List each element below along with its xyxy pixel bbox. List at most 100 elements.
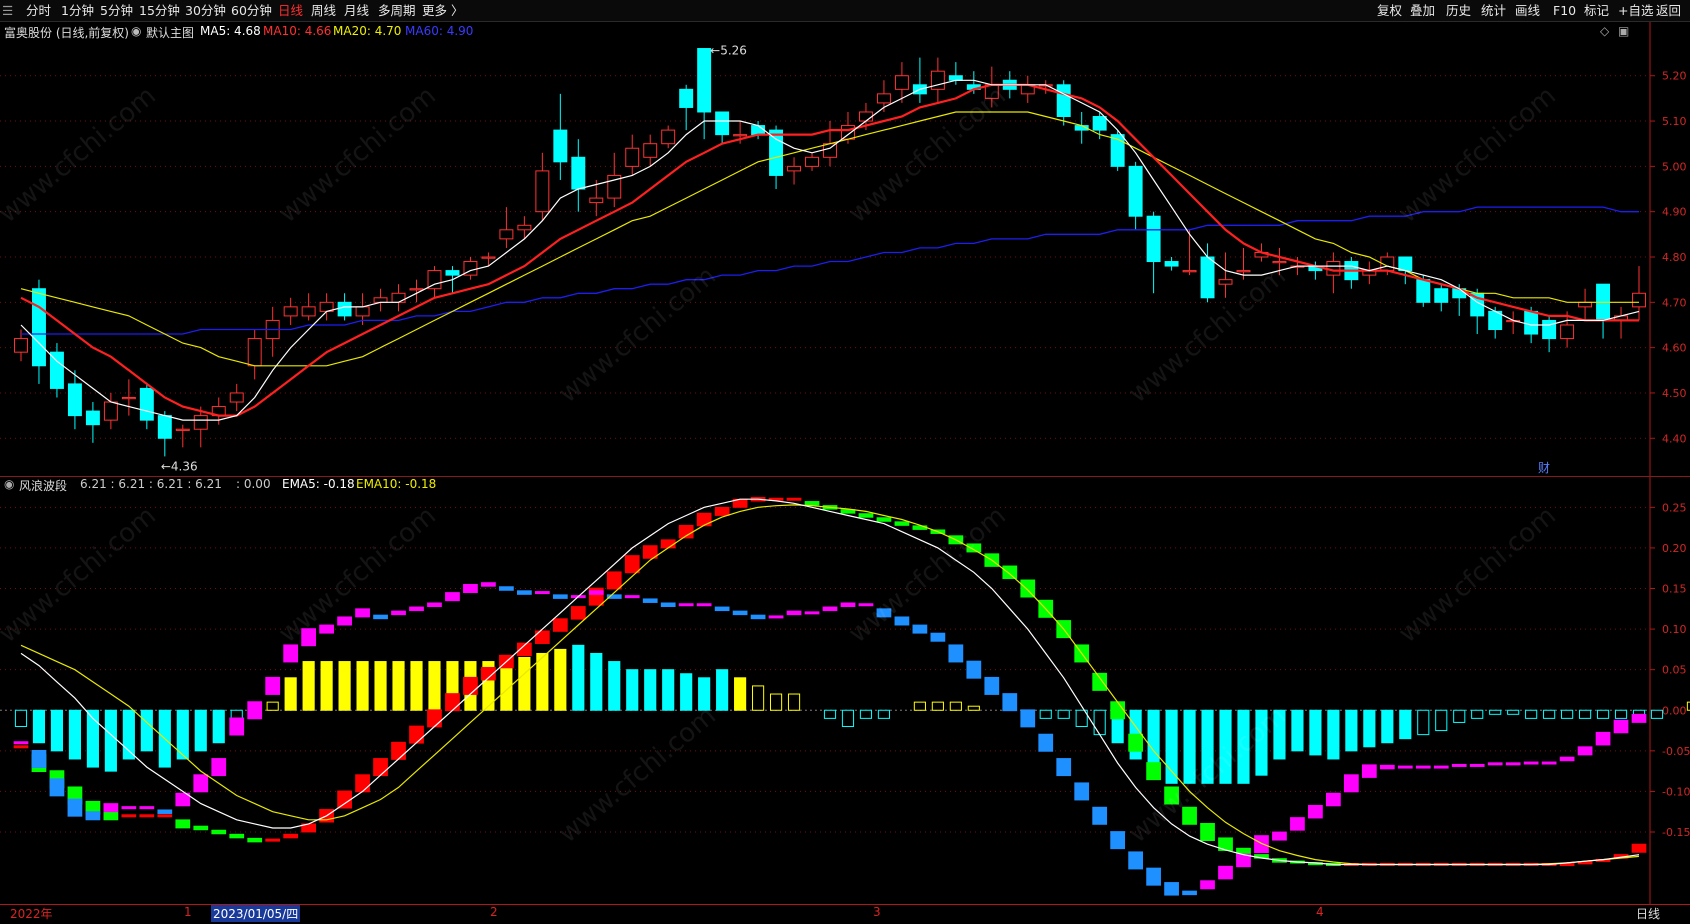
indicator-tick-label: 0.20 — [1662, 542, 1687, 555]
wave-right-block — [1595, 731, 1611, 746]
histogram-bar — [590, 652, 603, 711]
candlestick-chart[interactable]: 5.20 5.10 5.00 4.90 4.80 4.70 4.60 4.50 4.40 ←5.2… — [0, 22, 1690, 476]
wave-right-block — [840, 602, 856, 607]
tab-30min[interactable]: 30分钟 — [185, 3, 226, 19]
candle-body — [1632, 292, 1646, 308]
wave-right-block — [948, 644, 964, 663]
histogram-bar — [1417, 709, 1430, 736]
histogram-bar — [1291, 709, 1304, 752]
stats-button[interactable]: 统计 — [1481, 3, 1506, 19]
back-button[interactable]: 返回 — [1656, 3, 1681, 19]
finance-marker[interactable]: 财 — [1538, 459, 1550, 476]
candle-body — [769, 129, 784, 176]
wave-right-block — [912, 624, 928, 634]
candle-body — [571, 156, 586, 190]
price-tick-label: 4.50 — [1662, 387, 1687, 400]
wave-indicator-chart[interactable]: 0.25 0.20 0.15 0.10 0.05 0.00 -0.05 -0.10 -0.15 — [0, 477, 1690, 905]
window-icon[interactable]: ▣ — [1618, 24, 1629, 38]
wave-right-block — [211, 758, 227, 777]
indicator-toggle-icon[interactable]: ◉ — [4, 477, 14, 491]
overlay-button[interactable]: 叠加 — [1410, 3, 1435, 19]
wave-right-block — [1308, 804, 1323, 819]
indicator-name[interactable]: 风浪波段 — [19, 477, 67, 494]
tab-monthly[interactable]: 月线 — [344, 3, 369, 19]
candle-body — [175, 428, 190, 431]
histogram-bar — [626, 669, 639, 711]
tab-15min[interactable]: 15分钟 — [139, 3, 180, 19]
histogram-bar — [284, 677, 297, 711]
tab-multi-period[interactable]: 多周期 — [378, 3, 416, 19]
wave-right-block — [894, 616, 910, 626]
histogram-bar — [1525, 709, 1538, 719]
candle-body — [894, 75, 909, 90]
tab-weekly[interactable]: 周线 — [311, 3, 336, 19]
indicator-values: 6.21 : 6.21 : 6.21 : 6.21 — [80, 477, 222, 491]
histogram-bar — [518, 657, 531, 711]
histogram-bar — [104, 709, 117, 772]
price-tick-label: 4.80 — [1662, 251, 1687, 264]
candle-body — [805, 156, 819, 167]
wave-right-block — [49, 778, 65, 797]
add-watchlist-button[interactable]: +自选 — [1618, 3, 1653, 19]
price-chart-pane[interactable]: 5.20 5.10 5.00 4.90 4.80 4.70 4.60 4.50 4.40 ←5.2… — [0, 22, 1690, 476]
period-indicator[interactable]: 日线 — [1636, 905, 1660, 922]
wave-right-block — [193, 774, 209, 793]
template-label[interactable]: 默认主图 — [146, 24, 194, 41]
diamond-icon[interactable]: ◇ — [1600, 24, 1609, 38]
candle-body — [715, 111, 730, 136]
histogram-bar — [1327, 709, 1340, 760]
wave-right-block — [1505, 762, 1521, 766]
ma10-label: MA10: 4.66 — [263, 24, 332, 38]
histogram-bar — [823, 709, 837, 719]
candle-body — [787, 165, 802, 172]
wave-right-block — [966, 660, 982, 679]
tab-5min[interactable]: 5分钟 — [100, 3, 133, 19]
draw-line-button[interactable]: 画线 — [1515, 3, 1540, 19]
wave-right-block — [319, 624, 334, 634]
wave-left-block — [391, 741, 406, 760]
histogram-bar — [140, 709, 153, 752]
wave-right-block — [121, 806, 137, 810]
menu-icon[interactable]: ☰ — [2, 3, 13, 19]
wave-right-block — [1469, 763, 1485, 767]
indicator-tick-label: -0.05 — [1662, 745, 1690, 758]
wave-right-block — [499, 586, 514, 591]
candle-body — [391, 292, 406, 303]
wave-right-block — [804, 611, 820, 615]
histogram-bar — [680, 673, 693, 711]
template-toggle-icon[interactable]: ◉ — [131, 24, 141, 38]
wave-right-block — [984, 676, 1000, 695]
tab-intraday[interactable]: 分时 — [26, 3, 51, 19]
histogram-bar — [392, 661, 405, 711]
ema10-line — [20, 504, 1640, 866]
histogram-bar — [877, 709, 891, 719]
candle-body — [49, 351, 64, 389]
histogram-bar — [841, 709, 855, 727]
mark-button[interactable]: 标记 — [1584, 3, 1609, 19]
histogram-bar — [1201, 709, 1214, 784]
histogram-bar — [212, 709, 225, 744]
wave-left-block — [876, 517, 892, 522]
wave-right-block — [283, 644, 299, 663]
histogram-bar — [1039, 709, 1052, 719]
wave-right-block — [714, 606, 730, 612]
fuquan-button[interactable]: 复权 — [1377, 3, 1402, 19]
candle-body — [876, 93, 891, 104]
f10-button[interactable]: F10 — [1553, 3, 1576, 19]
wave-left-block — [175, 819, 191, 829]
history-button[interactable]: 历史 — [1446, 3, 1471, 19]
tab-1min[interactable]: 1分钟 — [61, 3, 94, 19]
wave-right-block — [876, 608, 892, 618]
tab-daily[interactable]: 日线 — [278, 3, 303, 19]
tab-60min[interactable]: 60分钟 — [231, 3, 272, 19]
wave-right-block — [301, 628, 317, 647]
candle-body — [858, 111, 873, 122]
histogram-bar — [859, 709, 873, 719]
wave-right-block — [463, 584, 478, 594]
wave-right-block — [1110, 831, 1126, 850]
candle-body — [517, 224, 532, 231]
histogram-bar — [374, 661, 387, 711]
tab-more[interactable]: 更多 〉 — [422, 3, 463, 19]
histogram-bar — [734, 677, 747, 711]
indicator-pane[interactable]: 0.25 0.20 0.15 0.10 0.05 0.00 -0.05 -0.10 -0.15 … — [0, 476, 1690, 905]
